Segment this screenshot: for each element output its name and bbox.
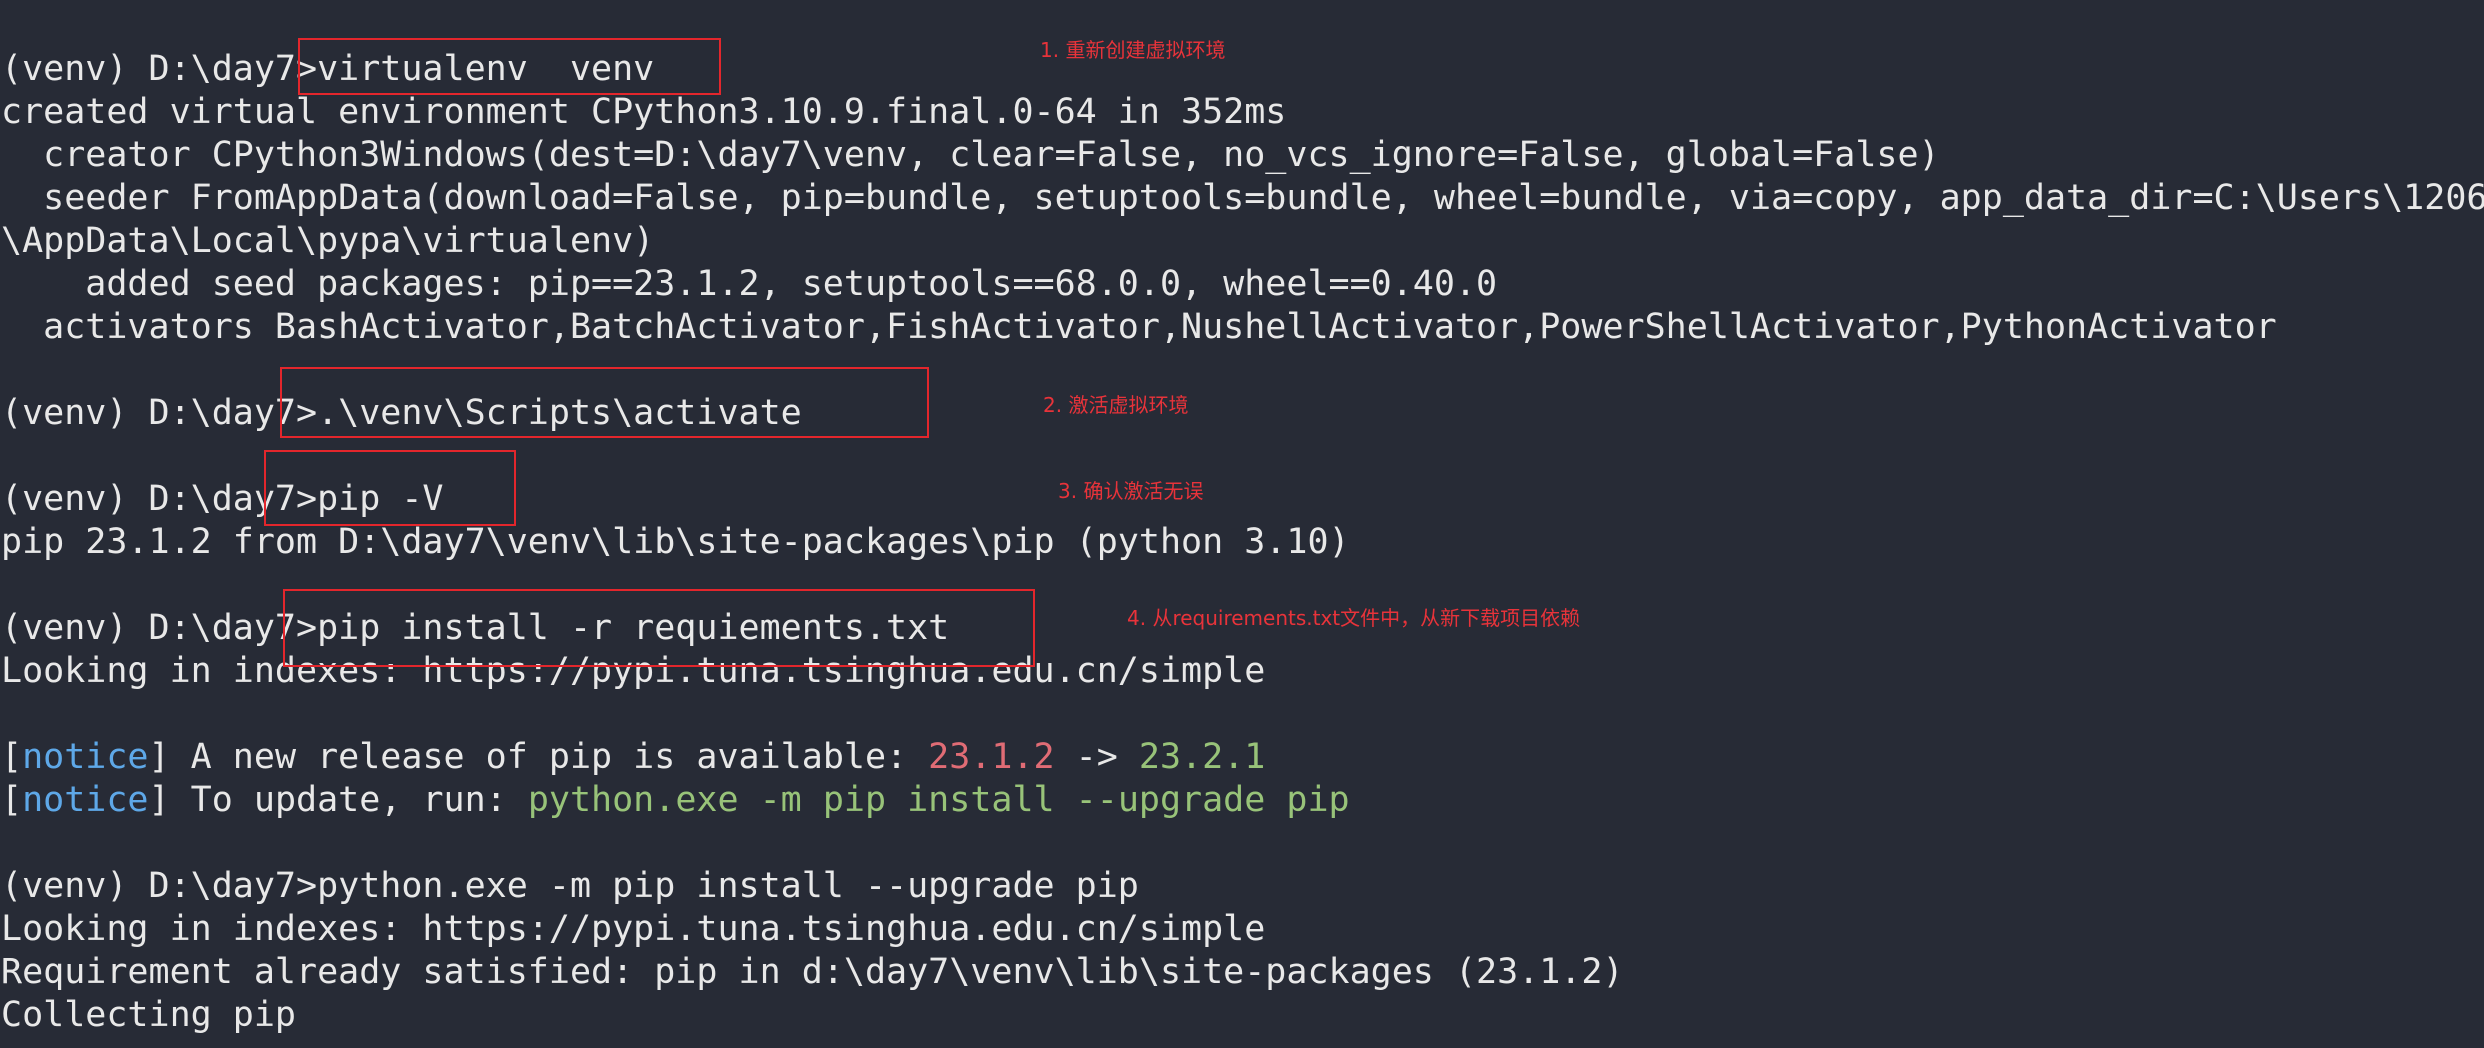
terminal-line: (venv) D:\day7>python.exe -m pip install… xyxy=(1,865,1139,908)
terminal-text: python.exe -m pip install --upgrade pip xyxy=(527,780,1350,820)
terminal-text: ] A new release of pip is available: xyxy=(148,737,929,777)
terminal-text: activators BashActivator,BatchActivator,… xyxy=(1,307,2277,347)
terminal-text: creator CPython3Windows(dest=D:\day7\ven… xyxy=(1,135,1940,175)
terminal-line: Requirement already satisfied: pip in d:… xyxy=(1,951,1624,994)
terminal-text: pip 23.1.2 from D:\day7\venv\lib\site-pa… xyxy=(1,522,1350,562)
terminal-line: [notice] To update, run: python.exe -m p… xyxy=(1,779,1350,822)
annotation-step2: 2. 激活虚拟环境 xyxy=(1043,393,1189,417)
terminal-text: ] To update, run: xyxy=(148,780,528,820)
terminal-line: \AppData\Local\pypa\virtualenv) xyxy=(1,220,654,263)
terminal-text: -> xyxy=(1054,737,1139,777)
terminal-text: created virtual environment CPython3.10.… xyxy=(1,92,1287,132)
terminal-line: pip 23.1.2 from D:\day7\venv\lib\site-pa… xyxy=(1,521,1350,564)
terminal-text: [ xyxy=(1,780,23,820)
callout-box-step2 xyxy=(280,367,929,438)
terminal-text: 23.1.2 xyxy=(928,737,1055,777)
terminal-line: added seed packages: pip==23.1.2, setupt… xyxy=(1,263,1497,306)
terminal-text: Looking in indexes: https://pypi.tuna.ts… xyxy=(1,909,1266,949)
terminal-line: Looking in indexes: https://pypi.tuna.ts… xyxy=(1,908,1265,951)
terminal-text: 23.2.1 xyxy=(1138,737,1266,777)
terminal-line: activators BashActivator,BatchActivator,… xyxy=(1,306,2277,349)
annotation-step4: 4. 从requirements.txt文件中，从新下载项目依赖 xyxy=(1127,606,1581,630)
terminal-text: (venv) D:\day7>python.exe -m pip install… xyxy=(1,866,1139,906)
terminal-line: creator CPython3Windows(dest=D:\day7\ven… xyxy=(1,134,1940,177)
terminal-text: seeder FromAppData(download=False, pip=b… xyxy=(1,178,2484,218)
callout-box-step3 xyxy=(264,450,516,526)
terminal-text: Requirement already satisfied: pip in d:… xyxy=(1,952,1624,992)
terminal-text: notice xyxy=(22,737,149,777)
terminal-line: Collecting pip xyxy=(1,994,296,1037)
callout-box-step1 xyxy=(298,38,721,95)
terminal-line: [notice] A new release of pip is availab… xyxy=(1,736,1265,779)
terminal-text: notice xyxy=(22,780,149,820)
terminal-line: seeder FromAppData(download=False, pip=b… xyxy=(1,177,2484,220)
callout-box-step4 xyxy=(283,589,1035,667)
terminal-text: added seed packages: pip==23.1.2, setupt… xyxy=(1,264,1498,304)
terminal-text: Collecting pip xyxy=(1,995,297,1035)
terminal-line: created virtual environment CPython3.10.… xyxy=(1,91,1286,134)
annotation-step1: 1. 重新创建虚拟环境 xyxy=(1040,38,1226,62)
terminal-text: [ xyxy=(1,737,23,777)
annotation-step3: 3. 确认激活无误 xyxy=(1058,479,1204,503)
terminal-text: \AppData\Local\pypa\virtualenv) xyxy=(1,221,655,261)
